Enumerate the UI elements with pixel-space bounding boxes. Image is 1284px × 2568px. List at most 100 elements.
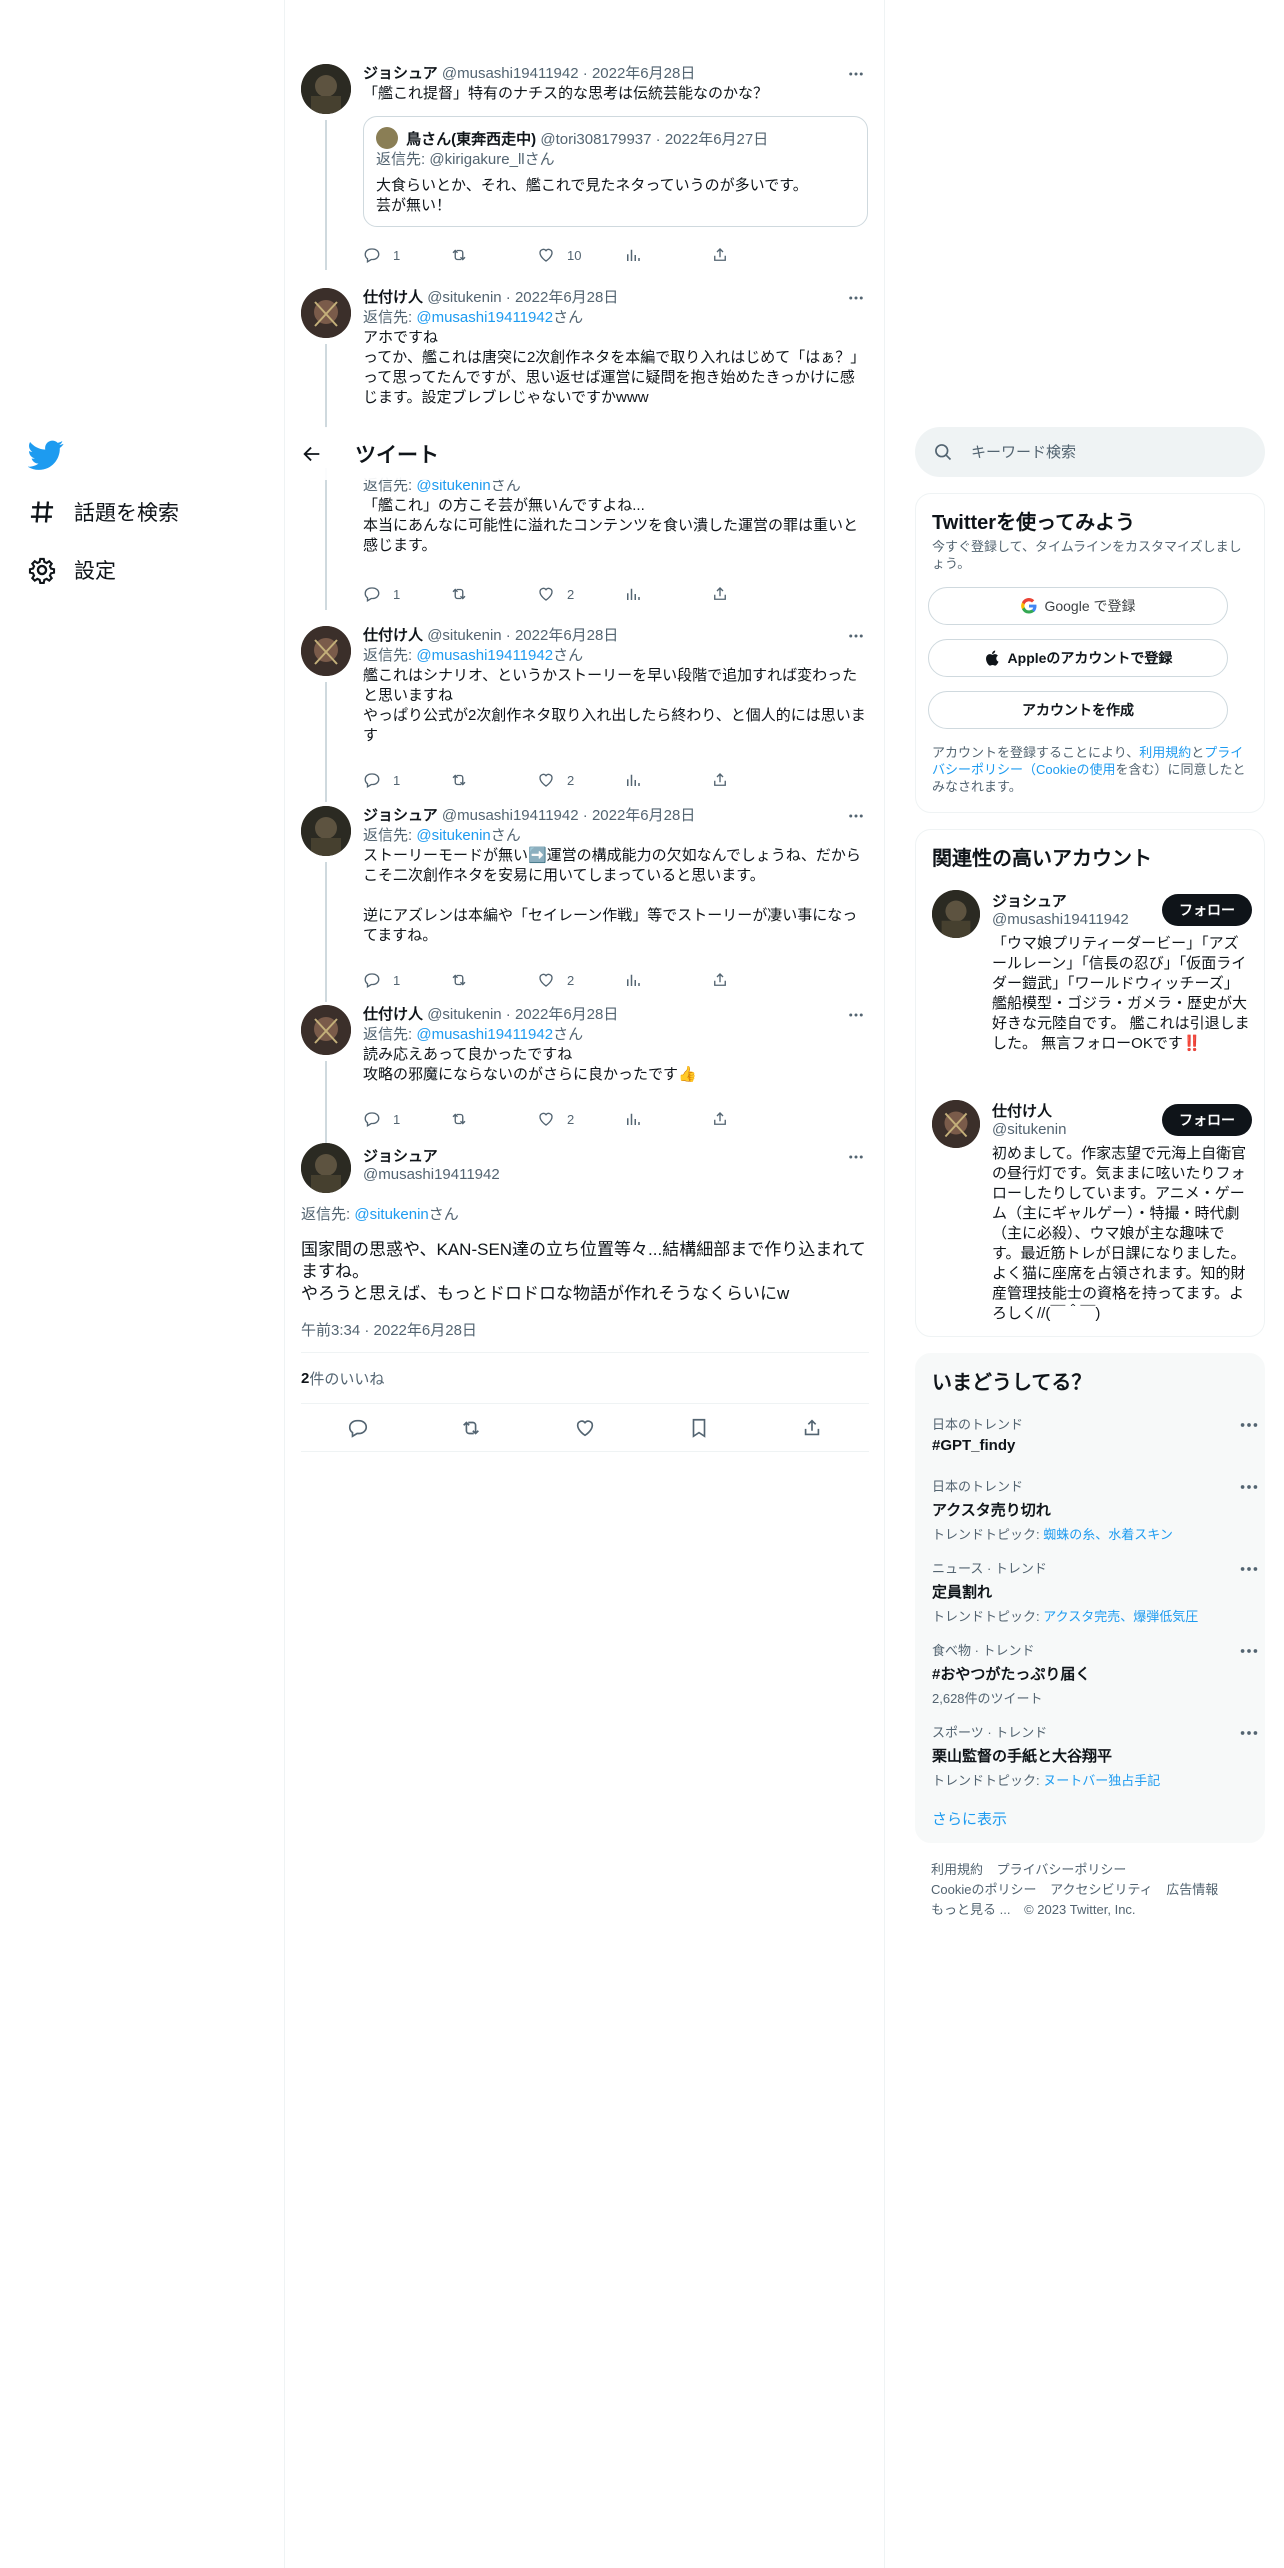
footer-link[interactable]: 利用規約 <box>931 1862 983 1877</box>
author-handle[interactable]: @situkenin <box>427 289 501 306</box>
tweet-date[interactable]: 2022年6月28日 <box>592 65 695 82</box>
more-icon[interactable] <box>844 62 868 86</box>
like-button[interactable]: 2 <box>537 970 624 990</box>
share-button[interactable] <box>711 584 798 604</box>
twitter-logo-icon[interactable] <box>27 437 64 473</box>
views-button[interactable] <box>624 970 711 990</box>
like-button[interactable]: 2 <box>537 770 624 790</box>
share-button[interactable] <box>711 245 798 265</box>
avatar[interactable] <box>932 890 980 938</box>
trend-item[interactable]: 日本のトレンド #GPT_findy <box>932 1414 1258 1454</box>
avatar[interactable] <box>301 64 351 114</box>
more-icon[interactable] <box>844 624 868 648</box>
likes-stat[interactable]: 2 件のいいね <box>301 1352 869 1404</box>
follow-button[interactable]: フォロー <box>1162 894 1252 926</box>
tweet[interactable]: ジョシュア @musashi19411942 · 2022年6月28日 返信先:… <box>301 804 871 1002</box>
reply-icon[interactable] <box>347 1417 369 1439</box>
more-icon[interactable] <box>1238 1722 1260 1744</box>
retweet-button[interactable] <box>450 1109 537 1129</box>
more-icon[interactable] <box>844 1003 868 1027</box>
tweet[interactable]: ジョシュア @musashi19411942 · 2022年6月28日 「艦これ… <box>301 62 871 270</box>
search-input[interactable] <box>971 443 1251 461</box>
like-button[interactable]: 10 <box>537 245 624 265</box>
like-button[interactable]: 2 <box>537 584 624 604</box>
views-button[interactable] <box>624 1109 711 1129</box>
more-icon[interactable] <box>1238 1640 1260 1662</box>
related-account[interactable]: ジョシュア @musashi19411942 「ウマ娘プリティーダービー」「アズ… <box>932 890 1252 1090</box>
nav-settings[interactable]: 設定 <box>28 550 116 590</box>
author-name[interactable]: ジョシュア <box>363 65 438 82</box>
bookmark-icon[interactable] <box>688 1417 710 1439</box>
retweet-icon[interactable] <box>460 1417 482 1439</box>
retweet-button[interactable] <box>450 970 537 990</box>
retweet-button[interactable] <box>450 584 537 604</box>
views-button[interactable] <box>624 770 711 790</box>
footer-link[interactable]: アクセシビリティ <box>1050 1882 1153 1897</box>
views-button[interactable] <box>624 245 711 265</box>
trend-item[interactable]: 日本のトレンド アクスタ売り切れ トレンドトピック: 蜘蛛の糸、水着スキン <box>932 1476 1258 1543</box>
trend-item[interactable]: ニュース · トレンド 定員割れ トレンドトピック: アクスタ完売、爆弾低気圧 <box>932 1558 1258 1625</box>
heart-icon[interactable] <box>574 1417 596 1439</box>
share-icon[interactable] <box>801 1417 823 1439</box>
avatar[interactable] <box>301 288 351 338</box>
author-name[interactable]: 仕付け人 <box>363 289 423 306</box>
reply-button[interactable]: 1 <box>363 770 450 790</box>
quoted-tweet[interactable]: 鳥さん(東奔西走中) @tori308179937 · 2022年6月27日 返… <box>363 116 868 227</box>
author-name[interactable]: 仕付け人 <box>363 1006 423 1023</box>
tweet[interactable]: 仕付け人 @situkenin · 2022年6月28日 返信先: @musas… <box>301 1003 871 1156</box>
google-signup-button[interactable]: Google で登録 <box>928 587 1228 625</box>
show-more-link[interactable]: さらに表示 <box>932 1808 1007 1829</box>
share-button[interactable] <box>711 1109 798 1129</box>
reply-to-handle[interactable]: @musashi19411942 <box>416 309 553 326</box>
reply-button[interactable]: 1 <box>363 1109 450 1129</box>
tweet-timestamp[interactable]: 午前3:34 · 2022年6月28日 <box>301 1319 869 1340</box>
trend-topics[interactable]: ヌートバー独占手記 <box>1043 1773 1160 1788</box>
tweet-date[interactable]: 2022年6月28日 <box>515 627 618 644</box>
apple-signup-button[interactable]: Appleのアカウントで登録 <box>928 639 1228 677</box>
reply-to-handle[interactable]: @situkenin <box>416 827 490 844</box>
tweet[interactable]: 仕付け人 @situkenin · 2022年6月28日 返信先: @musas… <box>301 288 871 428</box>
footer-more-link[interactable]: もっと見る ... <box>931 1902 1010 1917</box>
author-handle[interactable]: @musashi19411942 <box>442 807 579 824</box>
create-account-button[interactable]: アカウントを作成 <box>928 691 1228 729</box>
avatar[interactable] <box>301 626 351 676</box>
share-button[interactable] <box>711 970 798 990</box>
tweet-date[interactable]: 2022年6月28日 <box>515 1006 618 1023</box>
footer-link[interactable]: プライバシーポリシー <box>997 1862 1127 1877</box>
tweet[interactable]: 仕付け人 @situkenin · 2022年6月28日 返信先: @musas… <box>301 624 871 802</box>
back-arrow-icon[interactable] <box>301 443 323 465</box>
tweet-date[interactable]: 2022年6月28日 <box>515 289 618 306</box>
more-icon[interactable] <box>1238 1414 1260 1436</box>
avatar[interactable] <box>301 1143 351 1193</box>
more-icon[interactable] <box>844 804 868 828</box>
author-name[interactable]: ジョシュア <box>363 1145 868 1166</box>
avatar[interactable] <box>932 1100 980 1148</box>
follow-button[interactable]: フォロー <box>1162 1104 1252 1136</box>
more-icon[interactable] <box>844 288 868 310</box>
reply-to-handle[interactable]: @situkenin <box>354 1206 428 1223</box>
reply-to-handle[interactable]: @musashi19411942 <box>416 1026 553 1043</box>
retweet-button[interactable] <box>450 770 537 790</box>
reply-button[interactable]: 1 <box>363 584 450 604</box>
trend-item[interactable]: スポーツ · トレンド 栗山監督の手紙と大谷翔平 トレンドトピック: ヌートバー… <box>932 1722 1258 1789</box>
footer-link[interactable]: Cookieのポリシー <box>931 1882 1036 1897</box>
tweet[interactable]: 返信先: @situkeninさん 「艦これ」の方こそ芸が無いんですよね... … <box>301 468 871 610</box>
author-handle[interactable]: @situkenin <box>427 627 501 644</box>
avatar[interactable] <box>301 806 351 856</box>
more-icon[interactable] <box>844 1145 868 1169</box>
reply-button[interactable]: 1 <box>363 970 450 990</box>
author-name[interactable]: 仕付け人 <box>363 627 423 644</box>
author-name[interactable]: ジョシュア <box>363 807 438 824</box>
author-handle[interactable]: @musashi19411942 <box>442 65 579 82</box>
reply-button[interactable]: 1 <box>363 245 450 265</box>
search-bar[interactable] <box>915 427 1265 477</box>
trend-item[interactable]: 食べ物 · トレンド #おやつがたっぷり届く 2,628件のツイート <box>932 1640 1258 1707</box>
reply-to-handle[interactable]: @musashi19411942 <box>416 647 553 664</box>
avatar[interactable] <box>301 1005 351 1055</box>
views-button[interactable] <box>624 584 711 604</box>
trend-topics[interactable]: 蜘蛛の糸、水着スキン <box>1043 1527 1173 1542</box>
tweet-date[interactable]: 2022年6月28日 <box>592 807 695 824</box>
share-button[interactable] <box>711 770 798 790</box>
nav-explore[interactable]: 話題を検索 <box>28 492 179 532</box>
retweet-button[interactable] <box>450 245 537 265</box>
